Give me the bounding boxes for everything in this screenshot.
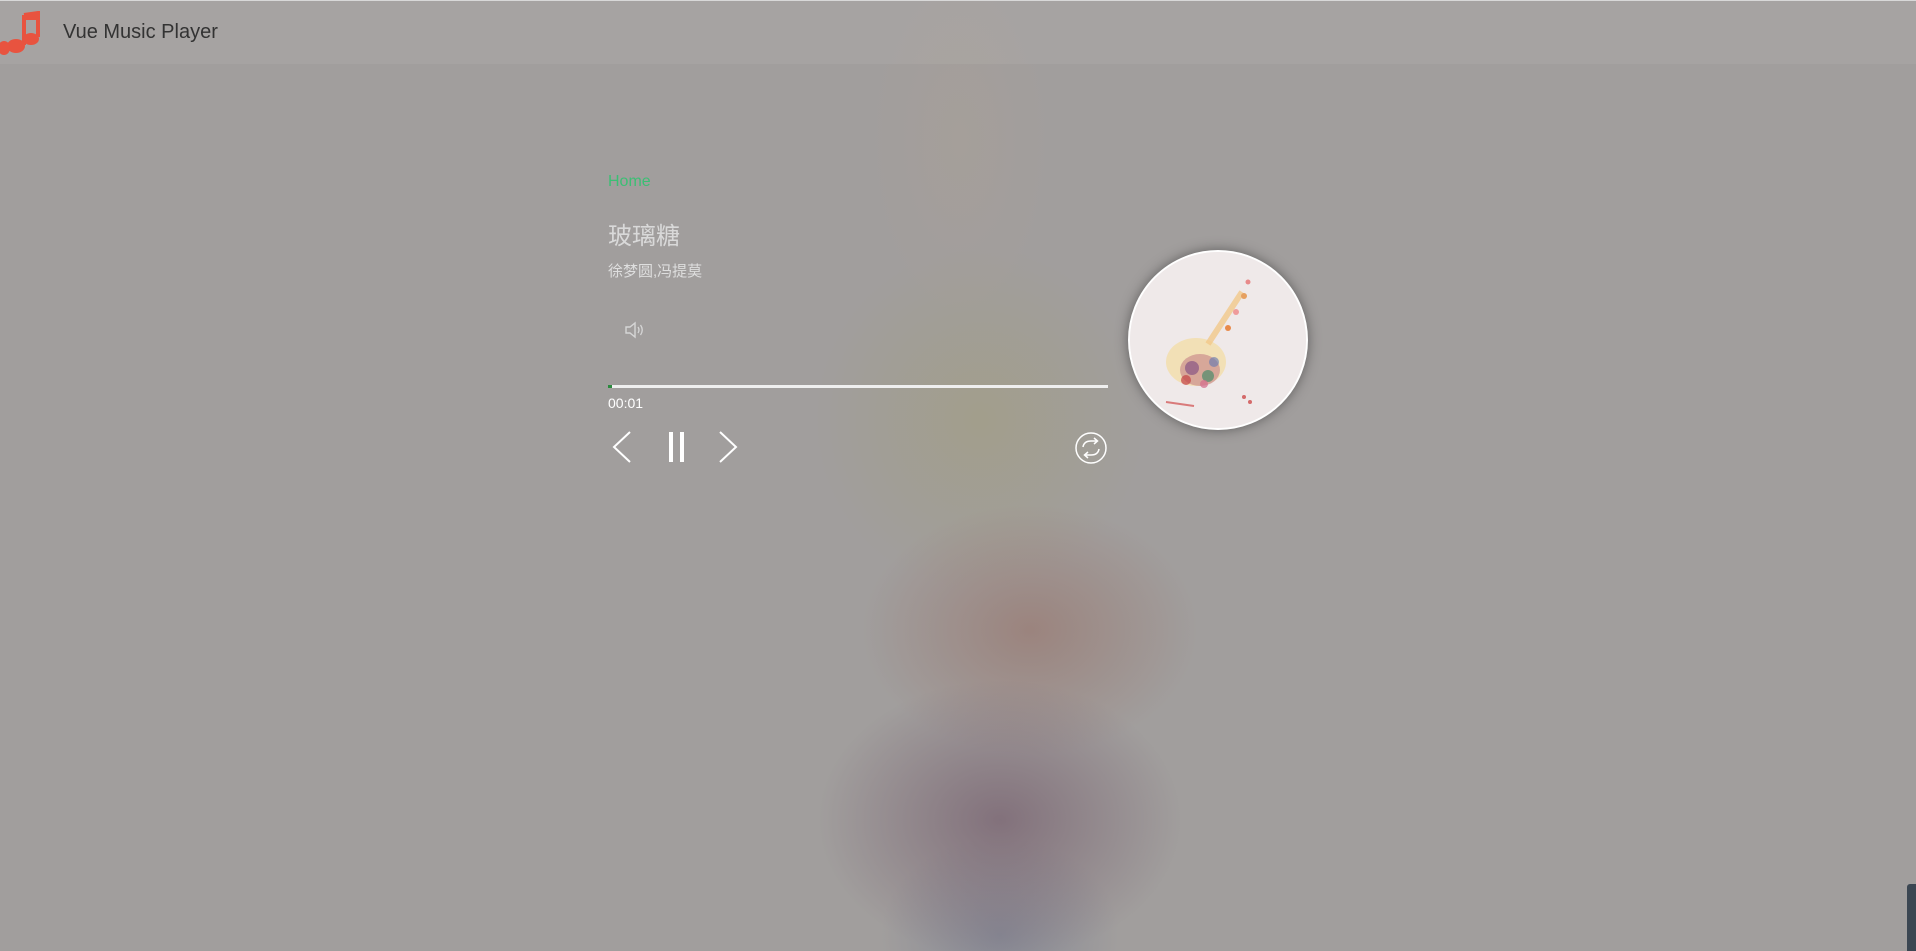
progress-bar[interactable] <box>608 385 1108 388</box>
music-note-icon <box>0 11 40 55</box>
pause-icon[interactable] <box>666 428 688 466</box>
progress-fill <box>608 385 612 388</box>
song-title: 玻璃糖 <box>608 223 680 250</box>
speaker-icon[interactable] <box>624 321 646 339</box>
app-header: Vue Music Player <box>0 0 1916 64</box>
loop-icon[interactable] <box>1074 431 1108 465</box>
chevron-right-icon[interactable] <box>716 428 740 466</box>
chevron-left-icon[interactable] <box>610 428 634 466</box>
home-link[interactable]: Home <box>608 173 651 191</box>
album-cover <box>1128 250 1308 430</box>
album-art-image <box>1130 252 1306 428</box>
song-artist: 徐梦圆,冯提莫 <box>608 263 703 280</box>
current-time: 00:01 <box>608 395 644 411</box>
player-main: Home 玻璃糖 徐梦圆,冯提莫 00:01 <box>0 0 1916 951</box>
corner-widget[interactable] <box>1907 884 1916 951</box>
app-title: Vue Music Player <box>63 21 218 43</box>
